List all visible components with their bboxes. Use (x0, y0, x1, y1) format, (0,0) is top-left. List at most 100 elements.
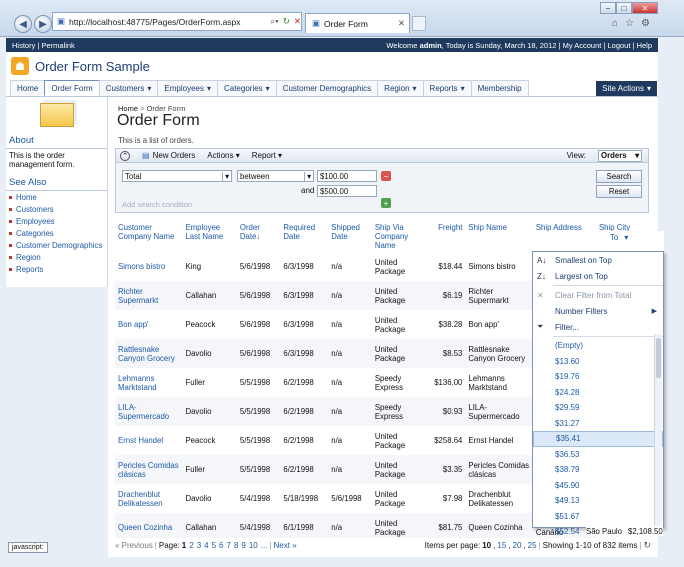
scroll-thumb[interactable] (656, 338, 661, 378)
refresh-icon[interactable]: ↻ (283, 16, 290, 27)
column-header[interactable]: Ship Name (465, 221, 532, 252)
minimize-button[interactable]: – (600, 2, 616, 14)
customer-link[interactable]: Rattlesnake Canyon Grocery (118, 345, 175, 363)
cell-0[interactable]: Drachenblut Delikatessen (115, 484, 182, 513)
home-icon[interactable]: ⌂ (612, 18, 618, 29)
view-select[interactable]: Orders ▾ (598, 149, 642, 162)
cell-0[interactable]: Richter Supermarkt (115, 281, 182, 310)
clear-filter-item[interactable]: ✕ Clear Filter from Total (533, 287, 663, 303)
total-column-header[interactable]: To ▾ (608, 231, 664, 251)
cell-0[interactable]: Bon app' (115, 310, 182, 339)
new-orders-button[interactable]: ▤ New Orders (142, 151, 195, 160)
sort-descending-item[interactable]: Z↓ Largest on Top (533, 268, 663, 284)
menu-item-region[interactable]: Region ▾ (377, 80, 424, 96)
filter-value-item[interactable]: $45.90 (533, 478, 663, 494)
menu-item-customer-demographics[interactable]: Customer Demographics (275, 80, 379, 96)
customer-link[interactable]: Richter Supermarkt (118, 287, 158, 305)
page-size-link[interactable]: 10 (482, 541, 491, 550)
customer-link[interactable]: LILA-Supermercado (118, 403, 169, 421)
column-header[interactable]: Ship Address (533, 221, 596, 252)
remove-condition-icon[interactable]: − (381, 171, 391, 181)
filter-field-select[interactable]: Total ▾ (122, 170, 232, 182)
sidebar-link[interactable]: Customer Demographics (6, 239, 107, 251)
permalink-link[interactable]: Permalink (41, 41, 74, 50)
number-filters-item[interactable]: Number Filters ▶ (533, 303, 663, 319)
actions-menu[interactable]: Actions ▾ (207, 151, 239, 160)
menu-item-reports[interactable]: Reports ▾ (422, 80, 472, 96)
stop-icon[interactable]: ✕ (294, 16, 301, 27)
filter-value-item[interactable]: $19.76 (533, 369, 663, 385)
page-link[interactable]: 3 (197, 541, 201, 550)
page-link[interactable]: 7 (227, 541, 231, 550)
customer-link[interactable]: Lehmanns Marktstand (118, 374, 157, 392)
filter-value-item[interactable]: (Empty) (533, 338, 663, 354)
menu-item-customers[interactable]: Customers ▾ (98, 80, 159, 96)
page-size-link[interactable]: 25 (528, 541, 537, 550)
report-menu[interactable]: Report ▾ (252, 151, 282, 160)
customer-link[interactable]: Queen Cozinha (118, 523, 172, 532)
previous-link[interactable]: « Previous (115, 541, 153, 550)
close-window-button[interactable]: ✕ (632, 2, 658, 14)
customer-link[interactable]: Bon app' (118, 320, 149, 329)
address-bar[interactable]: ▣ http://localhost:48775/Pages/OrderForm… (52, 12, 302, 31)
filter-value-item[interactable]: $36.53 (533, 447, 663, 463)
cell-0[interactable]: Pericles Comidas clásicas (115, 455, 182, 484)
next-link[interactable]: Next » (274, 541, 297, 550)
menu-item-membership[interactable]: Membership (470, 80, 529, 96)
column-header[interactable]: Order Date↓ (237, 221, 281, 252)
filter-value-item[interactable]: $13.60 (533, 354, 663, 370)
reset-button[interactable]: Reset (596, 185, 642, 198)
site-actions-button[interactable]: Site Actions ▾ (596, 81, 657, 96)
tools-gear-icon[interactable]: ⚙ (641, 18, 650, 29)
filter-value-item[interactable]: $35.41 (533, 431, 663, 447)
sidebar-link[interactable]: Reports (6, 263, 107, 275)
cell-0[interactable]: Rattlesnake Canyon Grocery (115, 339, 182, 368)
page-link[interactable]: 2 (189, 541, 193, 550)
sort-ascending-item[interactable]: A↓ Smallest on Top (533, 252, 663, 268)
collapse-icon[interactable]: ⌃ (120, 150, 130, 161)
search-button[interactable]: Search (596, 170, 642, 183)
filter-operator-select[interactable]: between ▾ (237, 170, 314, 182)
values-scrollbar[interactable] (654, 334, 662, 526)
new-tab-button[interactable] (412, 16, 426, 31)
history-link[interactable]: History (12, 41, 35, 50)
column-header[interactable]: Freight (426, 221, 465, 252)
customer-link[interactable]: Pericles Comidas clásicas (118, 461, 179, 479)
add-condition-placeholder[interactable]: Add search condition (122, 200, 192, 209)
page-size-link[interactable]: 15 (497, 541, 506, 550)
favorites-icon[interactable]: ☆ (625, 18, 634, 29)
cell-0[interactable]: Ernst Handel (115, 426, 182, 455)
cell-0[interactable]: LILA-Supermercado (115, 397, 182, 426)
page-link[interactable]: 6 (219, 541, 223, 550)
filter-value-item[interactable]: $29.59 (533, 400, 663, 416)
column-header[interactable]: Ship Via Company Name (372, 221, 426, 252)
filter-dialog-item[interactable]: ⏷ Filter... (533, 319, 663, 335)
customer-link[interactable]: Ernst Handel (118, 436, 163, 445)
page-link[interactable]: ... (261, 541, 268, 550)
page-link[interactable]: 1 (182, 541, 186, 550)
customer-link[interactable]: Simons bistro (118, 262, 165, 271)
page-link[interactable]: 10 (249, 541, 258, 550)
sidebar-link[interactable]: Categories (6, 227, 107, 239)
my-account-link[interactable]: My Account (563, 41, 602, 50)
back-button[interactable]: ◀ (14, 15, 32, 33)
filter-value-item[interactable]: $38.79 (533, 462, 663, 478)
menu-item-categories[interactable]: Categories ▾ (216, 80, 277, 96)
maximize-button[interactable]: □ (616, 2, 632, 14)
filter-value-2-input[interactable]: $500.00 (317, 185, 377, 197)
browser-tab[interactable]: ▣ Order Form ✕ (305, 13, 410, 33)
customer-link[interactable]: Drachenblut Delikatessen (118, 490, 163, 508)
page-size-link[interactable]: 20 (513, 541, 522, 550)
filter-value-item[interactable]: $49.13 (533, 493, 663, 509)
filter-value-1-input[interactable]: $100.00 (317, 170, 377, 182)
column-header[interactable]: Employee Last Name (182, 221, 236, 252)
menu-item-home[interactable]: Home (10, 80, 46, 96)
menu-item-employees[interactable]: Employees ▾ (157, 80, 218, 96)
page-link[interactable]: 8 (234, 541, 238, 550)
sidebar-link[interactable]: Customers (6, 203, 107, 215)
column-header[interactable]: Shipped Date (328, 221, 372, 252)
page-link[interactable]: 4 (204, 541, 208, 550)
page-link[interactable]: 9 (241, 541, 245, 550)
page-link[interactable]: 5 (212, 541, 216, 550)
cell-0[interactable]: Lehmanns Marktstand (115, 368, 182, 397)
